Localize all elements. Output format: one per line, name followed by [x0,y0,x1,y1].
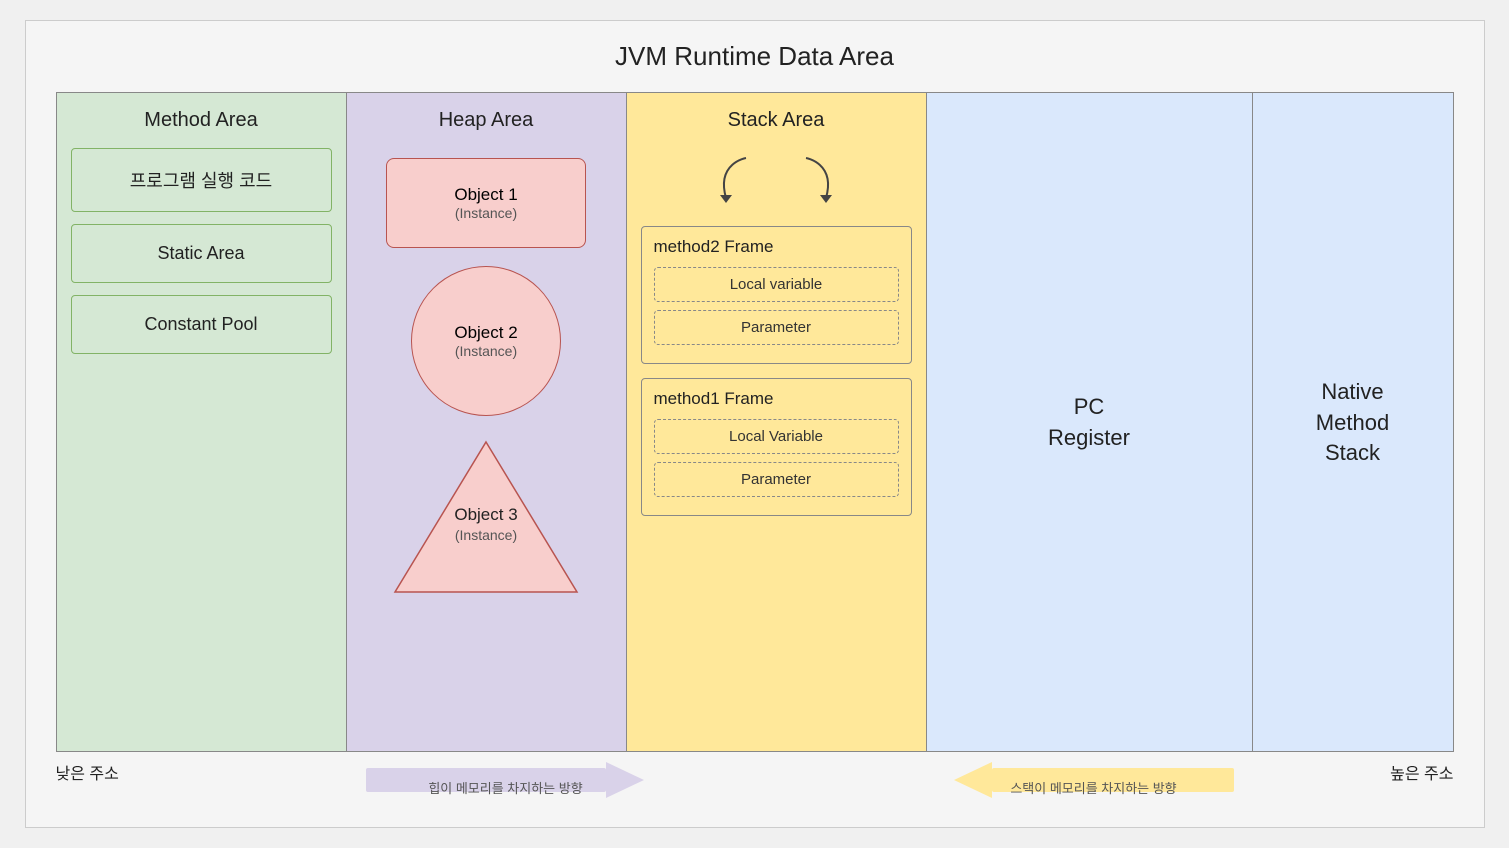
object1: Object 1 (Instance) [386,158,586,248]
method1-param: Parameter [654,462,899,497]
stack-arrows [641,148,912,218]
method2-param: Parameter [654,310,899,345]
heap-area-title: Heap Area [361,109,612,132]
stack-area-title: Stack Area [641,109,912,132]
object2-name: Object 2 [454,323,517,343]
native-method-title: NativeMethodStack [1316,377,1389,469]
method-area-column: Method Area 프로그램 실행 코드 Static Area Const… [57,93,347,751]
diagram-container: Method Area 프로그램 실행 코드 Static Area Const… [56,92,1454,752]
method2-frame-title: method2 Frame [654,237,899,257]
method1-frame: method1 Frame Local Variable Parameter [641,378,912,516]
native-method-column: NativeMethodStack [1253,93,1453,751]
object2: Object 2 (Instance) [411,266,561,416]
method2-local: Local variable [654,267,899,302]
object2-sub: (Instance) [455,343,517,359]
object3-label: Object 3 (Instance) [454,505,517,545]
object1-sub: (Instance) [455,205,517,221]
method-area-title: Method Area [71,109,332,132]
program-code-box: 프로그램 실행 코드 [71,148,332,212]
method1-local: Local Variable [654,419,899,454]
constant-pool-box: Constant Pool [71,295,332,354]
method1-frame-title: method1 Frame [654,389,899,409]
heap-area-column: Heap Area Object 1 (Instance) Object 2 (… [347,93,627,751]
object1-name: Object 1 [454,185,517,205]
low-address-label: 낮은 주소 [56,760,346,784]
heap-direction-arrow [366,760,646,800]
direction-arrows [346,760,1254,800]
method2-frame: method2 Frame Local variable Parameter [641,226,912,364]
stack-area-column: Stack Area method2 Frame Local variable … [627,93,927,751]
bottom-labels-row: 낮은 주소 높은 주소 [56,760,1454,800]
page-title: JVM Runtime Data Area [56,41,1454,72]
heap-content: Object 1 (Instance) Object 2 (Instance) … [361,158,612,599]
page-wrapper: JVM Runtime Data Area Method Area 프로그램 실… [25,20,1485,828]
object3: Object 3 (Instance) [391,434,581,599]
static-area-box: Static Area [71,224,332,283]
pc-register-title: PCRegister [1048,392,1130,454]
object3-name: Object 3 [454,505,517,524]
pc-register-column: PCRegister [927,93,1253,751]
stack-direction-arrow [954,760,1234,800]
object3-sub: (Instance) [455,527,517,543]
high-address-label: 높은 주소 [1254,760,1454,784]
stack-arrows-svg [696,148,856,218]
